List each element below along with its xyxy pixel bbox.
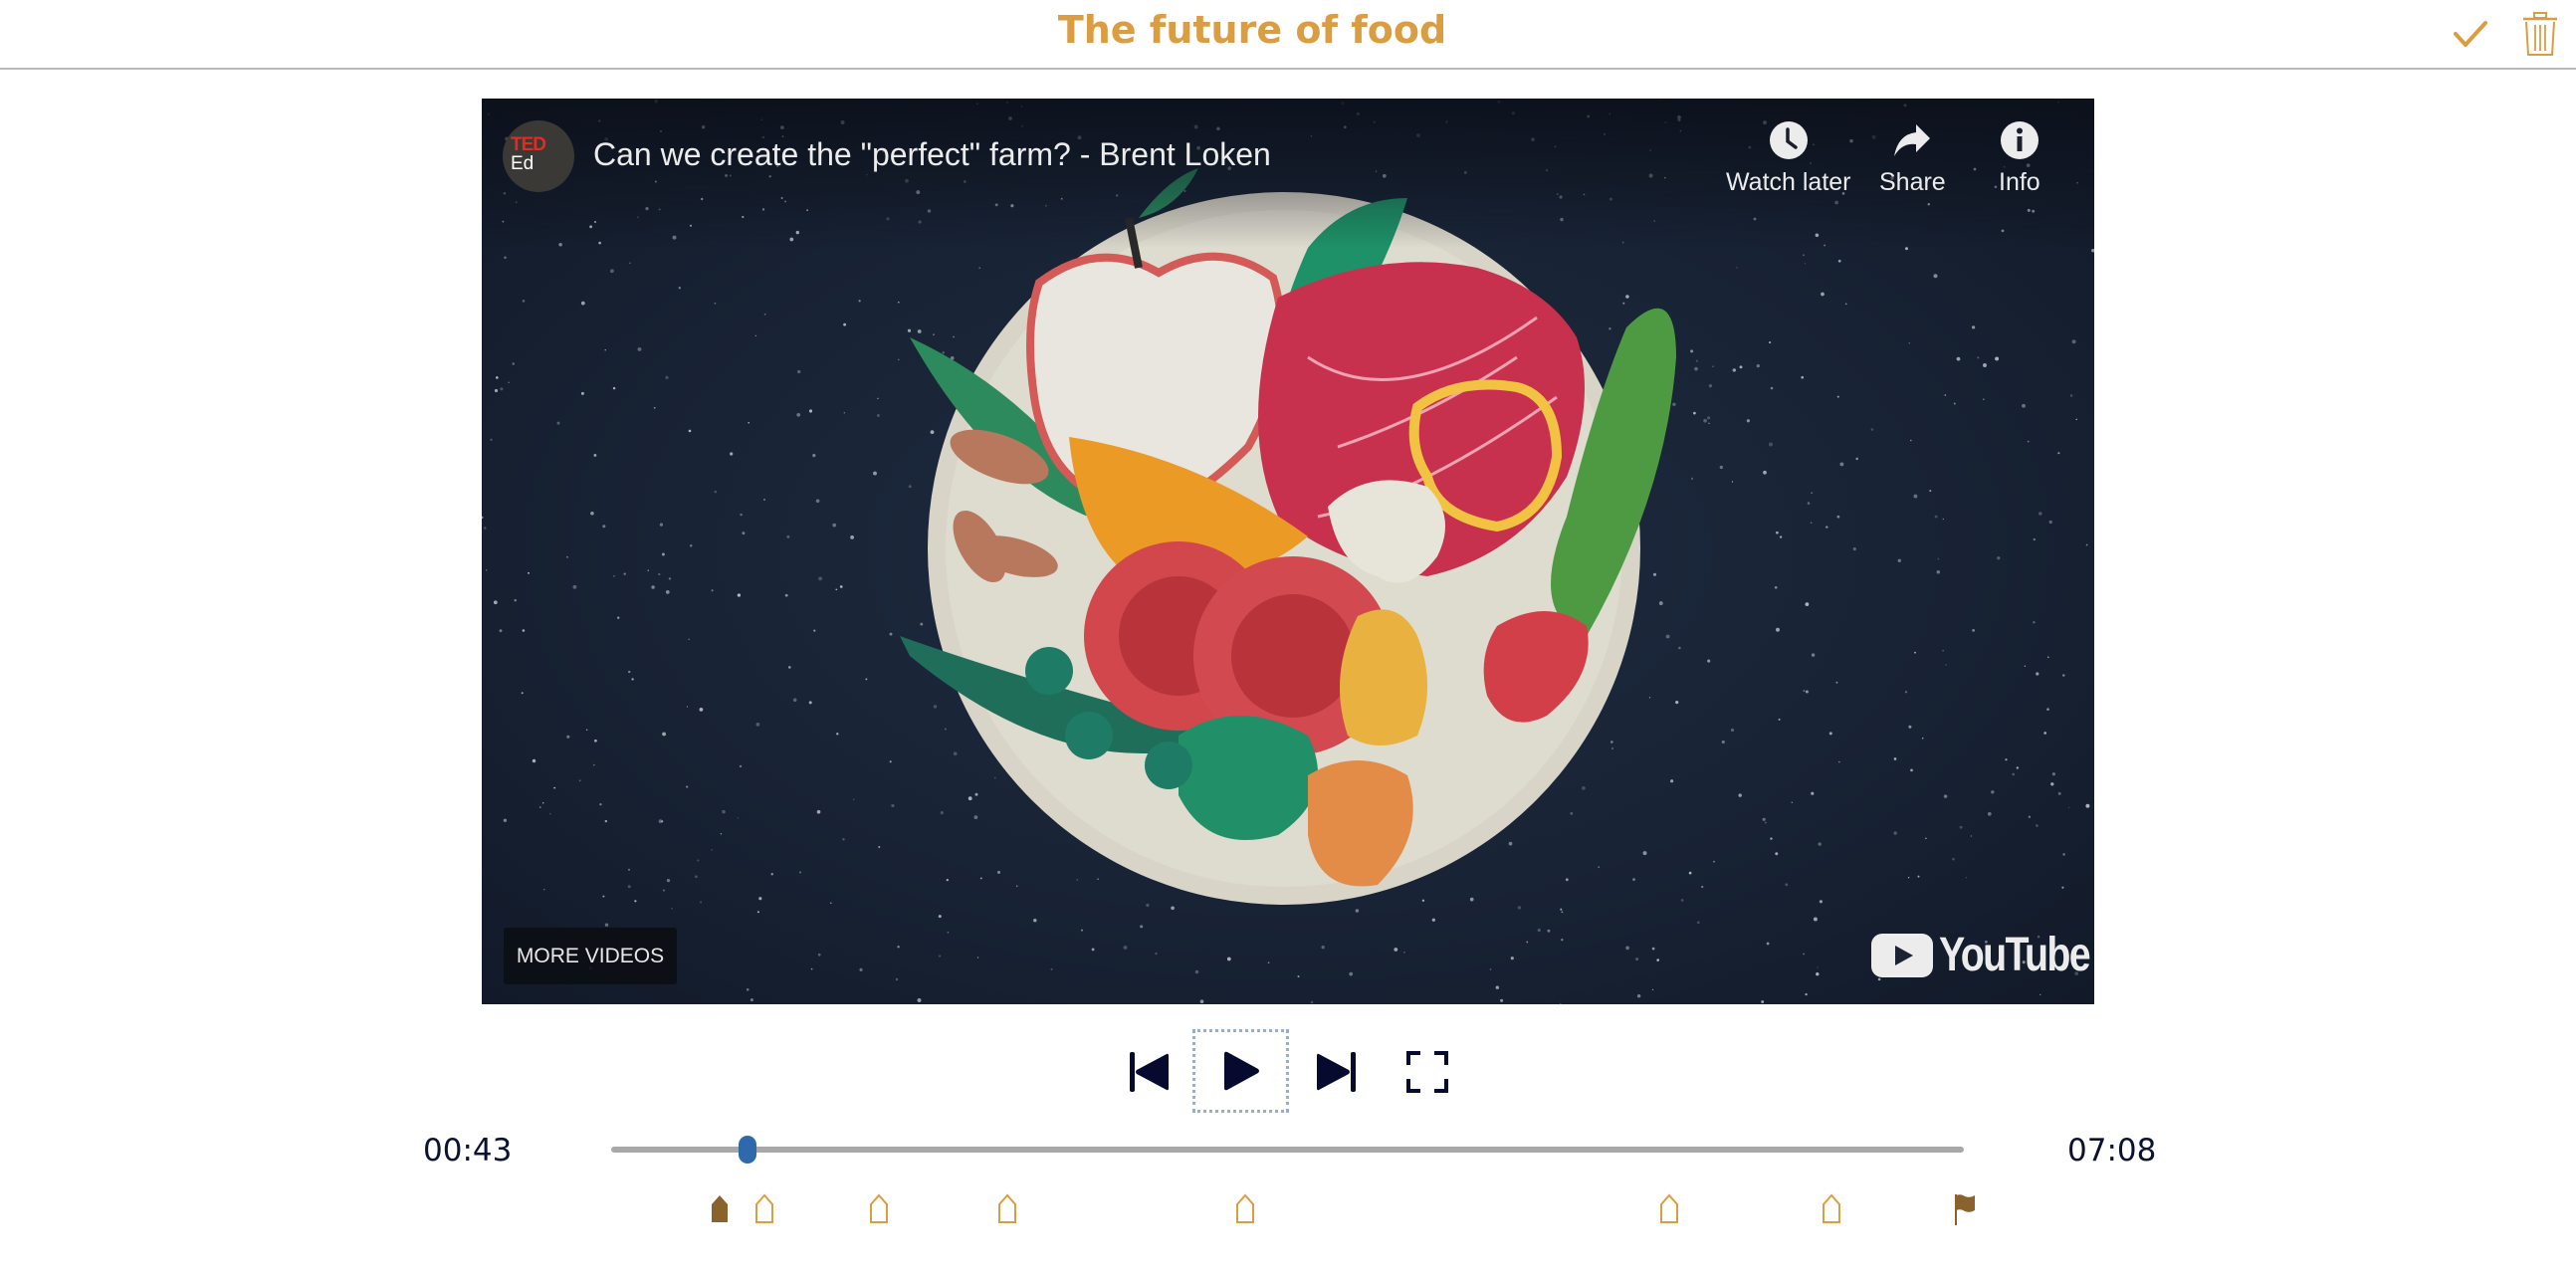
bookmark-markers <box>611 1193 1975 1227</box>
current-time: 00:43 <box>423 1133 513 1168</box>
watch-later-label: Watch later <box>1726 168 1851 196</box>
bookmark-pin-icon <box>711 1195 728 1222</box>
channel-logo-ed-text: Ed <box>511 153 535 174</box>
skip-next-icon <box>1317 1052 1356 1092</box>
bookmark-marker[interactable] <box>1821 1193 1842 1225</box>
bookmark-marker[interactable] <box>1234 1193 1256 1225</box>
bookmark-pin-icon <box>754 1193 773 1223</box>
bookmark-marker[interactable] <box>868 1193 890 1225</box>
bookmark-pin-icon <box>1822 1193 1840 1223</box>
end-flag-marker[interactable] <box>1953 1193 1975 1225</box>
seek-slider-thumb[interactable] <box>738 1136 756 1164</box>
video-top-gradient <box>482 99 2094 248</box>
play-button[interactable] <box>1192 1029 1289 1113</box>
share-label: Share <box>1879 168 1946 196</box>
bookmark-pin-icon <box>998 1193 1017 1223</box>
youtube-logo-link[interactable]: YouTube <box>1871 928 2094 982</box>
play-icon <box>1223 1051 1259 1091</box>
bookmark-pin-icon <box>1659 1193 1678 1223</box>
share-arrow-icon <box>1894 124 1931 156</box>
flag-icon <box>1955 1194 1975 1225</box>
info-icon <box>2000 121 2039 159</box>
skip-previous-icon <box>1130 1052 1169 1092</box>
more-videos-button[interactable]: MORE VIDEOS <box>504 928 677 984</box>
next-button[interactable] <box>1307 1037 1365 1107</box>
bookmark-pin-icon <box>1236 1193 1255 1223</box>
bookmark-marker[interactable] <box>996 1193 1018 1225</box>
page-title: The future of food <box>1057 8 1447 52</box>
video-title-link[interactable]: Can we create the "perfect" farm? - Bren… <box>593 136 1271 173</box>
share-button[interactable]: Share <box>1879 120 1946 197</box>
bookmark-marker[interactable] <box>753 1193 775 1225</box>
fullscreen-button[interactable] <box>1397 1037 1457 1107</box>
previous-button[interactable] <box>1121 1037 1179 1107</box>
bookmark-marker[interactable] <box>1658 1193 1680 1225</box>
confirm-button[interactable] <box>2447 10 2494 58</box>
delete-button[interactable] <box>2516 10 2564 58</box>
fullscreen-icon <box>1406 1051 1448 1093</box>
info-button[interactable]: Info <box>1999 120 2040 197</box>
checkmark-icon <box>2454 21 2487 47</box>
trash-icon <box>2523 12 2557 56</box>
youtube-wordmark: YouTube <box>1939 929 2091 981</box>
youtube-play-logo-icon <box>1871 933 1933 977</box>
header-bar: The future of food <box>0 0 2576 70</box>
clock-icon <box>1769 121 1808 159</box>
playback-controls <box>0 1029 2576 1115</box>
info-label: Info <box>1999 168 2040 196</box>
watch-later-button[interactable]: Watch later <box>1726 120 1851 197</box>
bookmark-marker[interactable] <box>709 1193 731 1225</box>
channel-logo[interactable]: TED Ed <box>503 120 574 192</box>
video-player[interactable]: TED Ed Can we create the "perfect" farm?… <box>482 99 2094 1004</box>
seek-slider[interactable] <box>611 1136 1964 1164</box>
total-duration: 07:08 <box>2067 1133 2157 1168</box>
bookmark-pin-icon <box>870 1193 889 1223</box>
